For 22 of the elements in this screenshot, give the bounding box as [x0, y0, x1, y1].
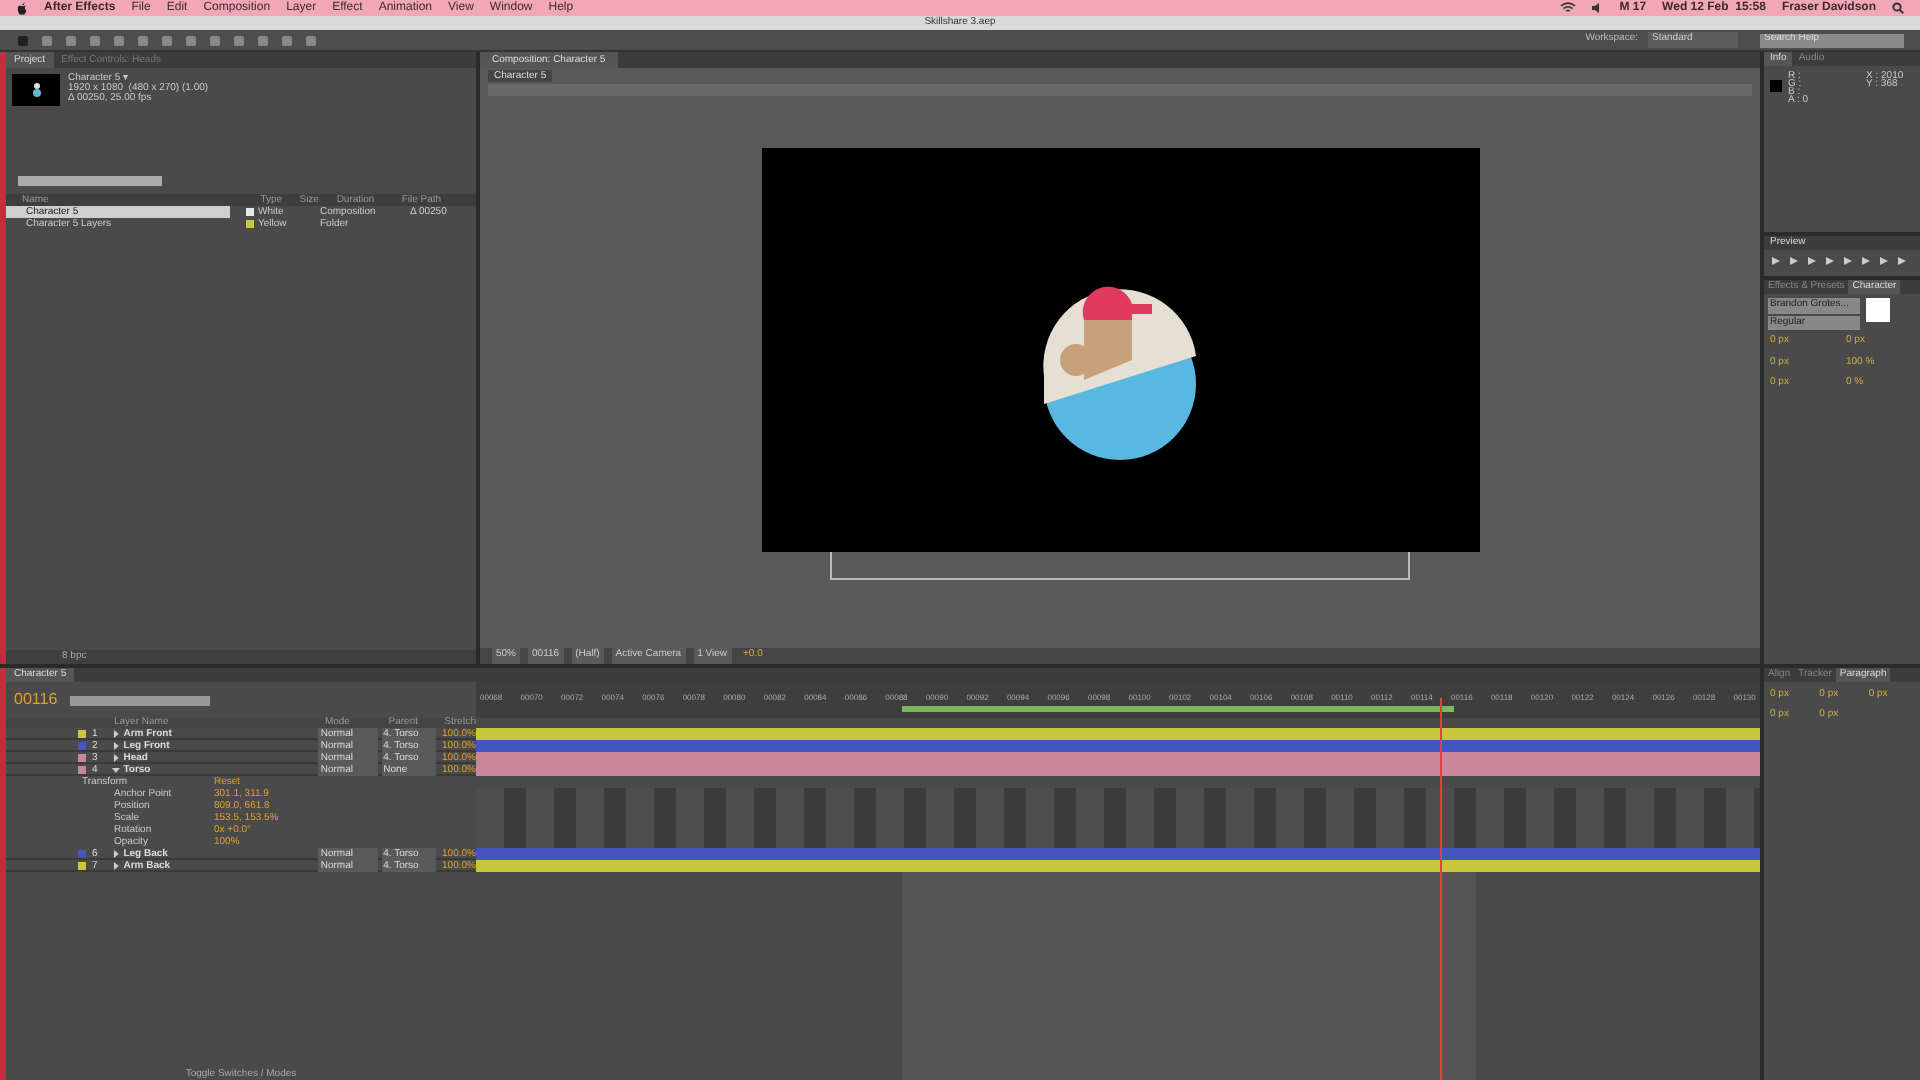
twirl-icon[interactable]	[111, 741, 120, 749]
character-thumbnail-icon	[31, 82, 41, 98]
twirl-icon[interactable]	[111, 765, 120, 773]
search-icon	[1892, 2, 1904, 14]
apple-icon	[16, 1, 28, 15]
layer-bar[interactable]	[476, 740, 1760, 752]
project-search-field[interactable]	[18, 176, 162, 186]
twirl-icon[interactable]	[111, 849, 120, 857]
layer-bar[interactable]	[476, 728, 1760, 740]
layer-bar[interactable]	[476, 860, 1760, 872]
current-time-indicator[interactable]	[1440, 698, 1442, 1080]
twirl-icon[interactable]	[111, 861, 120, 869]
current-time[interactable]: 00116	[14, 688, 58, 712]
color-swatch	[1770, 80, 1782, 92]
fill-color-swatch[interactable]	[1866, 298, 1890, 322]
layer-search-field[interactable]	[69, 695, 210, 705]
layer-bar[interactable]	[476, 764, 1760, 776]
wifi-icon	[1559, 2, 1576, 14]
twirl-icon[interactable]	[111, 753, 120, 761]
work-area-bar[interactable]	[902, 706, 1454, 712]
layer-bar[interactable]	[476, 752, 1760, 764]
layer-bar[interactable]	[476, 848, 1760, 860]
